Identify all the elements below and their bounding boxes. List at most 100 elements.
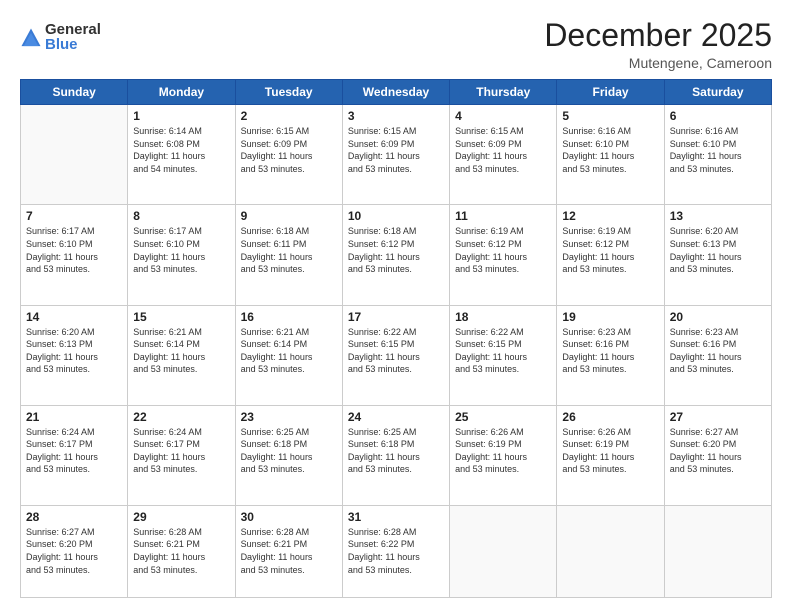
day-number: 16: [241, 310, 337, 324]
table-row: [450, 505, 557, 597]
header: General Blue December 2025 Mutengene, Ca…: [20, 18, 772, 71]
table-row: 26Sunrise: 6:26 AM Sunset: 6:19 PM Dayli…: [557, 405, 664, 505]
day-info: Sunrise: 6:22 AM Sunset: 6:15 PM Dayligh…: [348, 326, 444, 376]
logo: General Blue: [20, 22, 101, 52]
table-row: 6 Sunrise: 6:16 AM Sunset: 6:10 PM Daylig…: [664, 105, 771, 205]
table-row: 15 Sunrise: 6:21 AM Sunset: 6:14 PM Dayli…: [128, 305, 235, 405]
day-info: Sunrise: 6:22 AM Sunset: 6:15 PM Dayligh…: [455, 326, 551, 376]
day-number: 22: [133, 410, 229, 424]
day-number: 9: [241, 209, 337, 223]
day-info: Sunrise: 6:28 AM Sunset: 6:22 PM Dayligh…: [348, 526, 444, 576]
logo-blue-text: Blue: [45, 37, 101, 52]
header-thursday: Thursday: [450, 80, 557, 105]
day-info: Sunrise: 6:21 AM Sunset: 6:14 PM Dayligh…: [133, 326, 229, 376]
header-wednesday: Wednesday: [342, 80, 449, 105]
calendar-week-row: 1 Sunrise: 6:14 AM Sunset: 6:08 PM Daylig…: [21, 105, 772, 205]
day-number: 27: [670, 410, 766, 424]
day-number: 20: [670, 310, 766, 324]
day-number: 29: [133, 510, 229, 524]
table-row: 22 Sunrise: 6:24 AM Sunset: 6:17 PM Dayli…: [128, 405, 235, 505]
day-number: 28: [26, 510, 122, 524]
day-info: Sunrise: 6:23 AM Sunset: 6:16 PM Dayligh…: [562, 326, 658, 376]
table-row: 17 Sunrise: 6:22 AM Sunset: 6:15 PM Dayli…: [342, 305, 449, 405]
day-number: 31: [348, 510, 444, 524]
day-info: Sunrise: 6:15 AM Sunset: 6:09 PM Dayligh…: [455, 125, 551, 175]
day-info: Sunrise: 6:28 AM Sunset: 6:21 PM Dayligh…: [241, 526, 337, 576]
page: General Blue December 2025 Mutengene, Ca…: [0, 0, 792, 612]
table-row: 10 Sunrise: 6:18 AM Sunset: 6:12 PM Dayli…: [342, 205, 449, 305]
day-info: Sunrise: 6:16 AM Sunset: 6:10 PM Dayligh…: [670, 125, 766, 175]
table-row: 11Sunrise: 6:19 AM Sunset: 6:12 PM Dayli…: [450, 205, 557, 305]
day-number: 1: [133, 109, 229, 123]
day-number: 14: [26, 310, 122, 324]
table-row: 2Sunrise: 6:15 AM Sunset: 6:09 PM Daylig…: [235, 105, 342, 205]
day-info: Sunrise: 6:24 AM Sunset: 6:17 PM Dayligh…: [26, 426, 122, 476]
table-row: 29 Sunrise: 6:28 AM Sunset: 6:21 PM Dayli…: [128, 505, 235, 597]
day-info: Sunrise: 6:17 AM Sunset: 6:10 PM Dayligh…: [26, 225, 122, 275]
calendar-table: Sunday Monday Tuesday Wednesday Thursday…: [20, 79, 772, 598]
header-monday: Monday: [128, 80, 235, 105]
day-number: 13: [670, 209, 766, 223]
day-info: Sunrise: 6:20 AM Sunset: 6:13 PM Dayligh…: [670, 225, 766, 275]
table-row: 27 Sunrise: 6:27 AM Sunset: 6:20 PM Dayli…: [664, 405, 771, 505]
day-info: Sunrise: 6:17 AM Sunset: 6:10 PM Dayligh…: [133, 225, 229, 275]
calendar-week-row: 7 Sunrise: 6:17 AM Sunset: 6:10 PM Daylig…: [21, 205, 772, 305]
day-info: Sunrise: 6:21 AM Sunset: 6:14 PM Dayligh…: [241, 326, 337, 376]
table-row: 9 Sunrise: 6:18 AM Sunset: 6:11 PM Daylig…: [235, 205, 342, 305]
table-row: 4 Sunrise: 6:15 AM Sunset: 6:09 PM Daylig…: [450, 105, 557, 205]
table-row: 1 Sunrise: 6:14 AM Sunset: 6:08 PM Daylig…: [128, 105, 235, 205]
day-number: 26: [562, 410, 658, 424]
logo-general-text: General: [45, 22, 101, 37]
table-row: 21Sunrise: 6:24 AM Sunset: 6:17 PM Dayli…: [21, 405, 128, 505]
table-row: 16 Sunrise: 6:21 AM Sunset: 6:14 PM Dayli…: [235, 305, 342, 405]
day-number: 24: [348, 410, 444, 424]
table-row: 13 Sunrise: 6:20 AM Sunset: 6:13 PM Dayli…: [664, 205, 771, 305]
table-row: [557, 505, 664, 597]
day-info: Sunrise: 6:19 AM Sunset: 6:12 PM Dayligh…: [455, 225, 551, 275]
day-info: Sunrise: 6:26 AM Sunset: 6:19 PM Dayligh…: [455, 426, 551, 476]
location: Mutengene, Cameroon: [544, 55, 772, 71]
header-sunday: Sunday: [21, 80, 128, 105]
day-info: Sunrise: 6:24 AM Sunset: 6:17 PM Dayligh…: [133, 426, 229, 476]
table-row: 30Sunrise: 6:28 AM Sunset: 6:21 PM Dayli…: [235, 505, 342, 597]
day-number: 5: [562, 109, 658, 123]
day-info: Sunrise: 6:27 AM Sunset: 6:20 PM Dayligh…: [670, 426, 766, 476]
table-row: 28 Sunrise: 6:27 AM Sunset: 6:20 PM Dayli…: [21, 505, 128, 597]
table-row: 12Sunrise: 6:19 AM Sunset: 6:12 PM Dayli…: [557, 205, 664, 305]
day-info: Sunrise: 6:18 AM Sunset: 6:12 PM Dayligh…: [348, 225, 444, 275]
day-info: Sunrise: 6:28 AM Sunset: 6:21 PM Dayligh…: [133, 526, 229, 576]
day-info: Sunrise: 6:15 AM Sunset: 6:09 PM Dayligh…: [348, 125, 444, 175]
day-number: 4: [455, 109, 551, 123]
calendar-week-row: 21Sunrise: 6:24 AM Sunset: 6:17 PM Dayli…: [21, 405, 772, 505]
day-number: 8: [133, 209, 229, 223]
day-number: 3: [348, 109, 444, 123]
table-row: 5 Sunrise: 6:16 AM Sunset: 6:10 PM Daylig…: [557, 105, 664, 205]
table-row: 20 Sunrise: 6:23 AM Sunset: 6:16 PM Dayli…: [664, 305, 771, 405]
table-row: [664, 505, 771, 597]
table-row: 3 Sunrise: 6:15 AM Sunset: 6:09 PM Daylig…: [342, 105, 449, 205]
day-number: 10: [348, 209, 444, 223]
day-number: 23: [241, 410, 337, 424]
day-info: Sunrise: 6:27 AM Sunset: 6:20 PM Dayligh…: [26, 526, 122, 576]
table-row: 18Sunrise: 6:22 AM Sunset: 6:15 PM Dayli…: [450, 305, 557, 405]
day-info: Sunrise: 6:23 AM Sunset: 6:16 PM Dayligh…: [670, 326, 766, 376]
day-info: Sunrise: 6:15 AM Sunset: 6:09 PM Dayligh…: [241, 125, 337, 175]
calendar-header-row: Sunday Monday Tuesday Wednesday Thursday…: [21, 80, 772, 105]
header-saturday: Saturday: [664, 80, 771, 105]
table-row: 25 Sunrise: 6:26 AM Sunset: 6:19 PM Dayli…: [450, 405, 557, 505]
calendar-week-row: 28 Sunrise: 6:27 AM Sunset: 6:20 PM Dayli…: [21, 505, 772, 597]
table-row: 14Sunrise: 6:20 AM Sunset: 6:13 PM Dayli…: [21, 305, 128, 405]
day-number: 17: [348, 310, 444, 324]
day-info: Sunrise: 6:18 AM Sunset: 6:11 PM Dayligh…: [241, 225, 337, 275]
title-block: December 2025 Mutengene, Cameroon: [544, 18, 772, 71]
day-number: 15: [133, 310, 229, 324]
day-info: Sunrise: 6:19 AM Sunset: 6:12 PM Dayligh…: [562, 225, 658, 275]
day-info: Sunrise: 6:14 AM Sunset: 6:08 PM Dayligh…: [133, 125, 229, 175]
day-number: 6: [670, 109, 766, 123]
table-row: 23Sunrise: 6:25 AM Sunset: 6:18 PM Dayli…: [235, 405, 342, 505]
day-number: 25: [455, 410, 551, 424]
day-info: Sunrise: 6:25 AM Sunset: 6:18 PM Dayligh…: [348, 426, 444, 476]
day-number: 7: [26, 209, 122, 223]
header-tuesday: Tuesday: [235, 80, 342, 105]
day-info: Sunrise: 6:16 AM Sunset: 6:10 PM Dayligh…: [562, 125, 658, 175]
